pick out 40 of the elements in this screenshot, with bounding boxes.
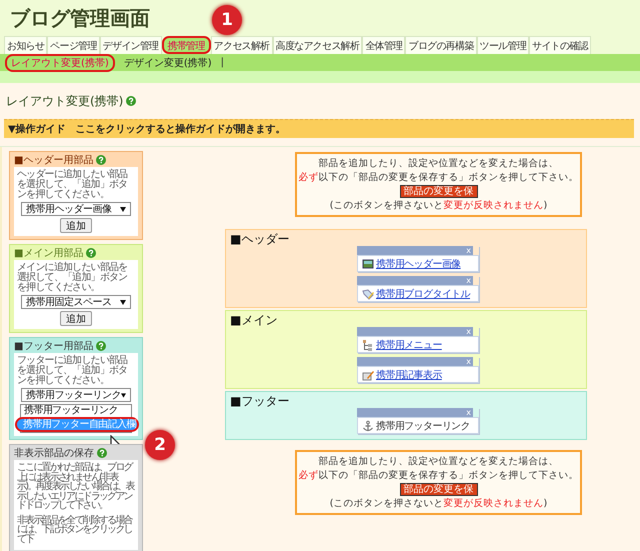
nav-tab[interactable]: ツール管理 [476,36,530,54]
nav-tab[interactable]: お知らせ [4,36,48,54]
add-button[interactable]: 追加 [60,311,92,326]
zone-title: ■フッター [230,394,290,408]
palette-help-text: 非表示部品を全て削除する場合には、下記ボタンをクリックして下 [17,516,134,544]
palette-title: ■ヘッダー用部品 [14,154,94,166]
palette-title: ■フッター用部品 [14,340,94,352]
notice-text: (このボタンを押さないと 変更が反映されません) [330,497,548,510]
nav-tab[interactable]: サイトの確認 [529,36,591,54]
notice-text: 必ず以下の「部品の変更を保存する」ボタンを押して下さい。 [298,171,578,184]
nav-tab[interactable]: 高度なアクセス解析 [272,36,362,54]
nav-tab[interactable]: アクセス解析 [210,36,273,54]
nav-tab[interactable]: ページ管理 [47,36,100,54]
page-heading: レイアウト変更(携帯) [6,92,124,110]
nav-tab[interactable]: ブログの再構築 [405,36,477,54]
step-number-badge: 2 [145,430,175,460]
nav-tab[interactable]: 全体管理 [362,36,406,54]
app-title: ブログ管理画面 [10,5,150,32]
zone-title: ■メイン [230,313,278,327]
nav-tab[interactable]: デザイン管理 [100,36,162,54]
zone-title: ■ヘッダー [230,232,290,246]
palette-help-text: フッターに追加したい部品を選択して、「追加」ボタンを押してください。 [17,356,128,386]
part-select[interactable]: 携帯用固定スペース [21,295,131,309]
sub-tab[interactable]: デザイン変更(携帯) [120,56,215,70]
palette-help-text: ここに置かれた部品は、ブログ上には表示されません(非表示)。再度表示したい場合は、表示したいエリアにドラッグアンドドロップして下さい。 [17,463,135,510]
add-button[interactable]: 追加 [60,218,92,233]
palette-title: 非表示部品の保存 [14,446,94,460]
save-changes-button[interactable]: 部品の変更を保 [400,483,478,496]
palette-title: ■メイン用部品 [14,246,84,260]
part-select[interactable]: 携帯用ヘッダー画像 [21,202,131,216]
palette-help-text: ヘッダーに追加したい部品を選択して、「追加」ボタンを押してください。 [17,170,128,200]
palette-help-text: メインに追加したい部品を選択して、「追加」ボタンを押してください。 [17,263,128,293]
operation-guide-bar[interactable]: ▼操作ガイド ここをクリックすると操作ガイドが開きます。 [4,119,634,138]
notice-text: (このボタンを押さないと 変更が反映されません) [330,199,548,212]
notice-text: 必ず以下の「部品の変更を保存する」ボタンを押して下さい。 [298,469,578,482]
separator-text: | [220,57,224,68]
save-changes-button[interactable]: 部品の変更を保 [400,185,478,198]
notice-text: 部品を追加したり、設定や位置などを変えた場合は、 [318,157,558,170]
part-select[interactable]: 携帯用フッターリンク [21,388,131,402]
notice-text: 部品を追加したり、設定や位置などを変えた場合は、 [318,455,558,468]
